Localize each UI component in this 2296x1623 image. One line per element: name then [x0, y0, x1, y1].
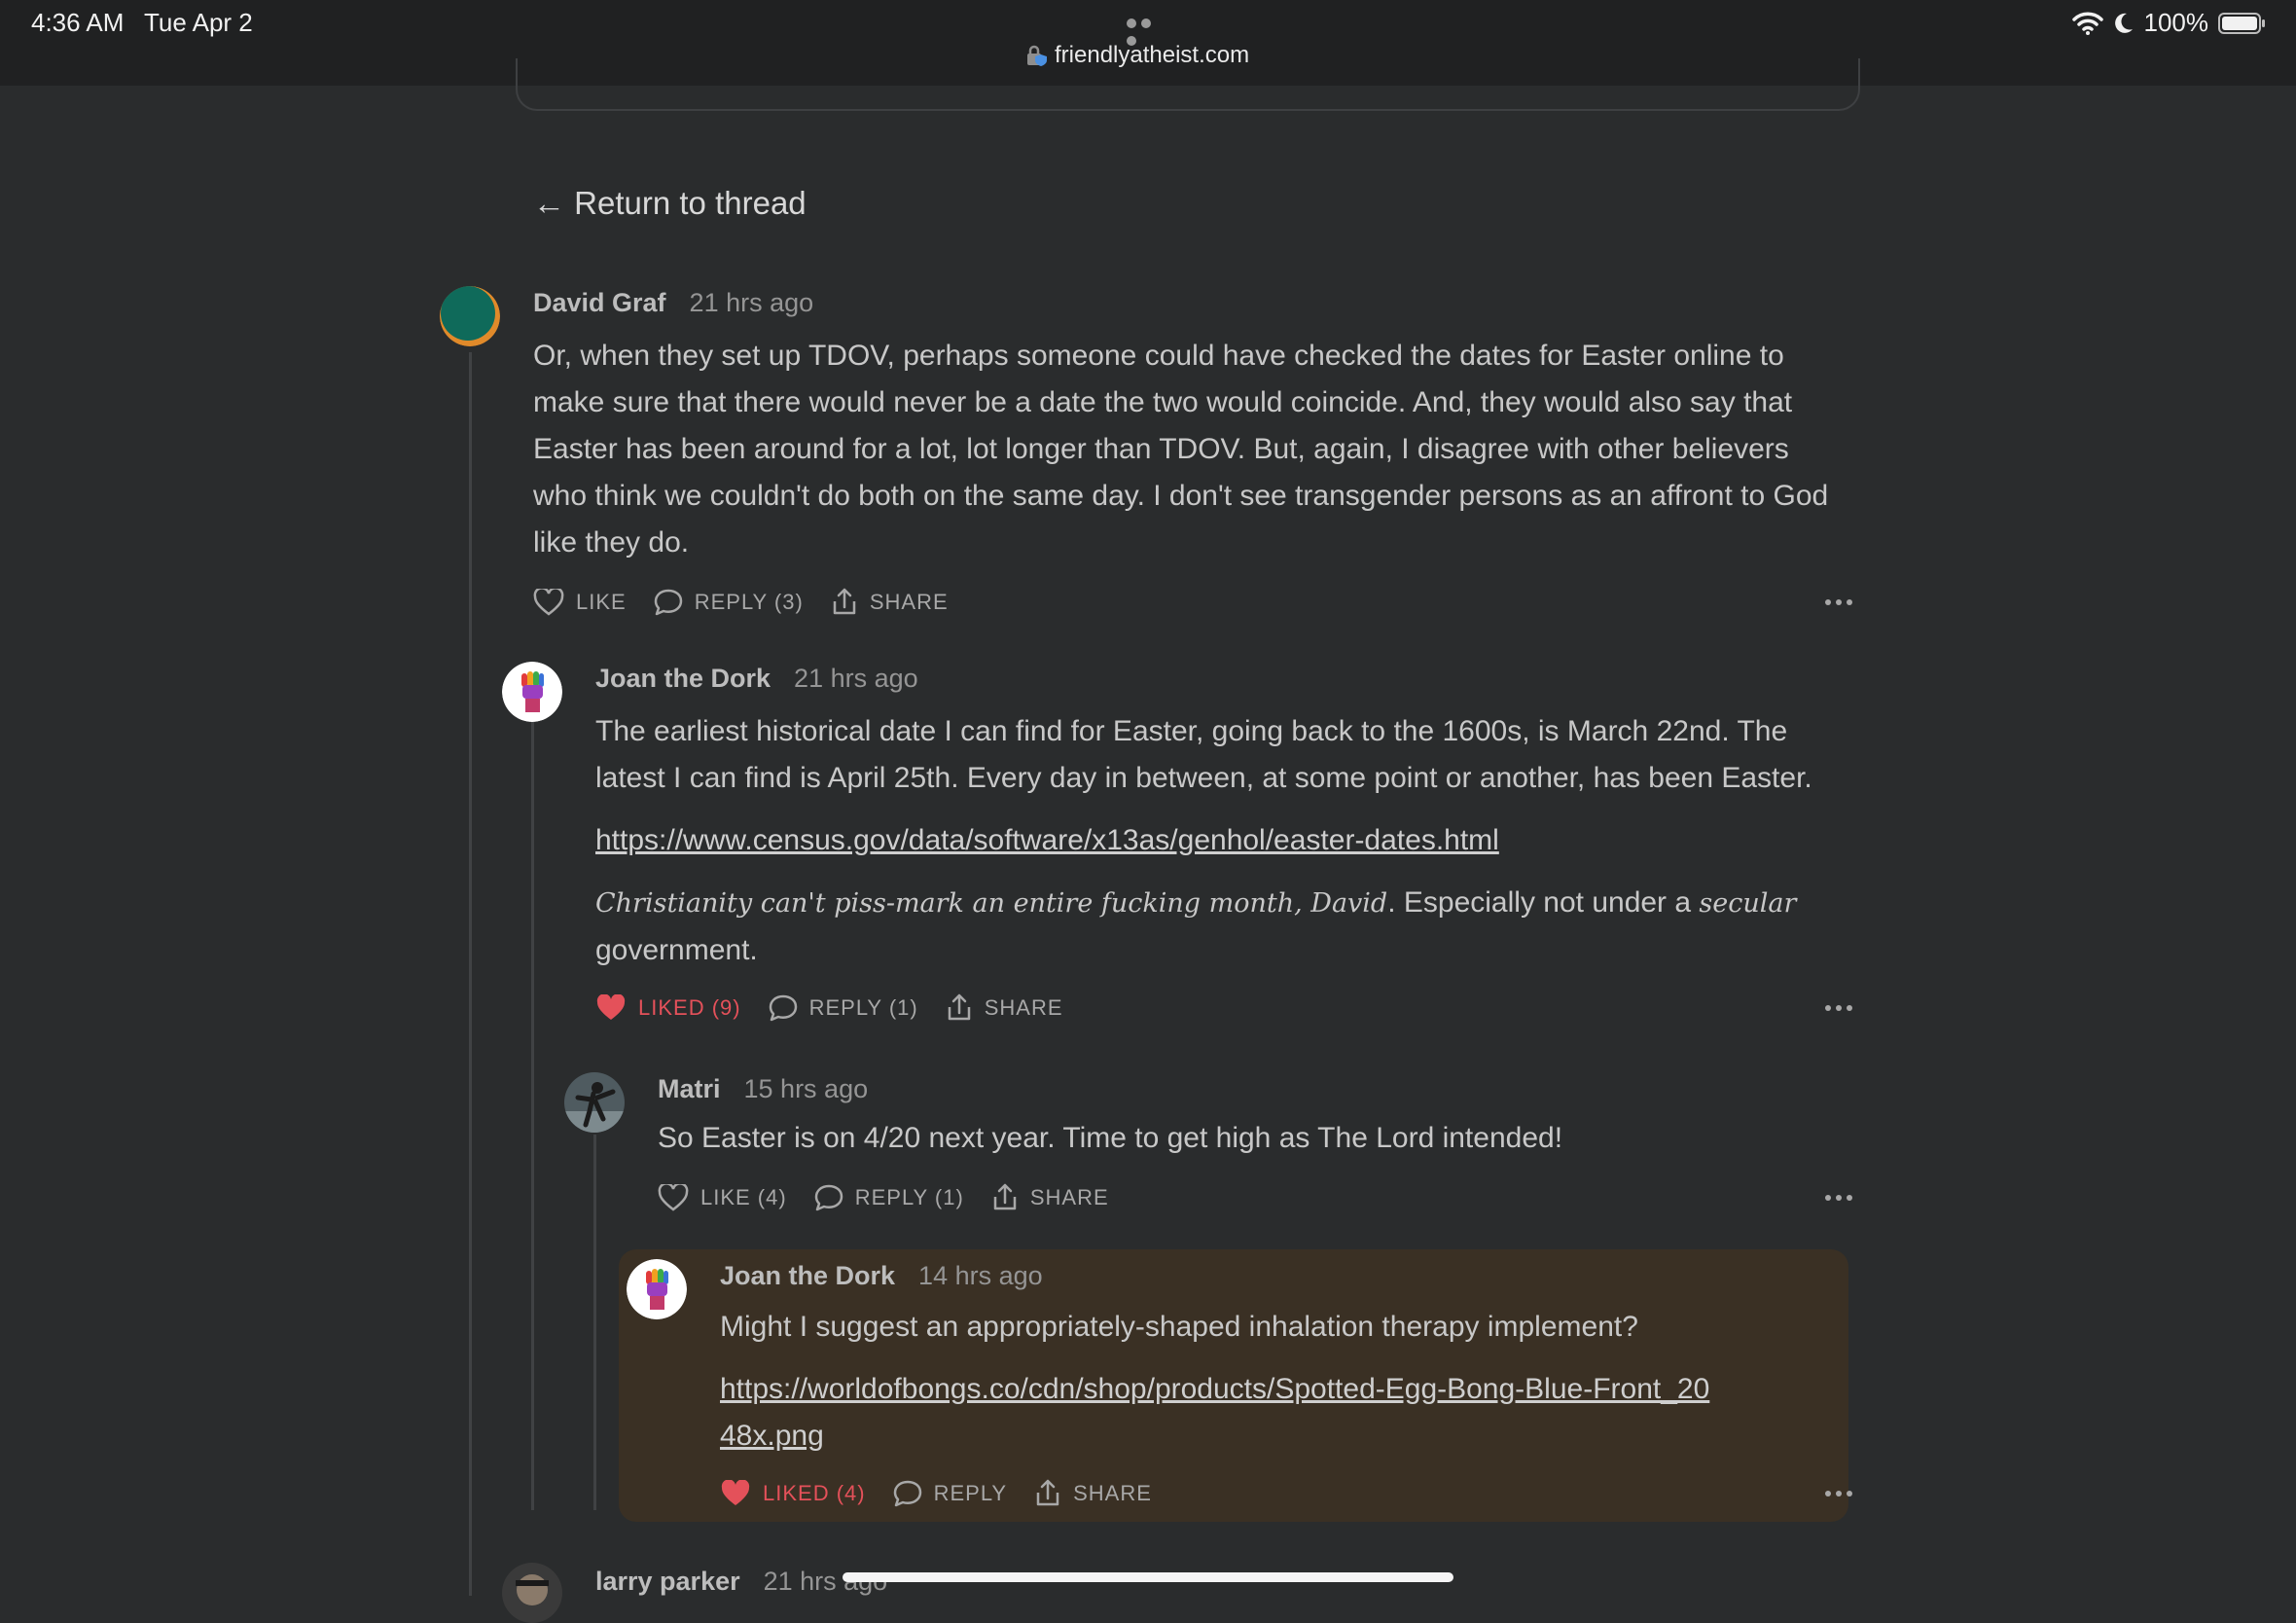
battery-percent: 100% — [2143, 8, 2209, 37]
comment-actions: LIKED (9) REPLY (1) SHARE — [595, 993, 1063, 1023]
thread-line — [469, 352, 472, 1596]
comment-link[interactable]: https://www.census.gov/data/software/x13… — [595, 824, 1499, 856]
return-to-thread-link[interactable]: ← Return to thread — [533, 185, 807, 222]
comment-actions: LIKE (4) REPLY (1) SHARE — [658, 1183, 1109, 1212]
share-button[interactable]: SHARE — [991, 1183, 1109, 1212]
share-button[interactable]: SHARE — [831, 588, 949, 617]
heart-filled-icon — [596, 994, 626, 1020]
like-label: LIKED (4) — [763, 1481, 866, 1505]
share-label: SHARE — [984, 995, 1063, 1020]
share-icon — [948, 993, 970, 1021]
share-label: SHARE — [1029, 1185, 1109, 1209]
comment-meta: Joan the Dork 21 hrs ago — [595, 664, 918, 694]
reply-button[interactable]: REPLY (3) — [654, 589, 804, 616]
comment-meta: David Graf 21 hrs ago — [533, 288, 813, 318]
home-indicator[interactable] — [843, 1572, 1453, 1582]
comment-bubble-icon — [814, 1184, 843, 1211]
comment-text: Or, when they set up TDOV, perhaps someo… — [533, 340, 1829, 559]
thread-line — [531, 722, 534, 1510]
reply-label: REPLY (1) — [808, 995, 918, 1020]
moon-icon — [2114, 13, 2133, 33]
share-icon — [1036, 1479, 1059, 1506]
share-button[interactable]: SHARE — [946, 993, 1063, 1023]
comment-author[interactable]: David Graf — [533, 288, 666, 318]
share-icon — [993, 1183, 1017, 1210]
reply-button[interactable]: REPLY (1) — [814, 1184, 964, 1211]
multitasking-dots-icon[interactable] — [1127, 16, 1169, 46]
liked-button[interactable]: LIKED (4) — [720, 1480, 866, 1507]
reply-label: REPLY — [933, 1481, 1008, 1505]
status-time: 4:36 AM — [31, 8, 125, 37]
comment-text: So Easter is on 4/20 next year. Time to … — [658, 1122, 1563, 1154]
reply-button[interactable]: REPLY — [893, 1480, 1008, 1507]
comment-time[interactable]: 21 hrs ago — [794, 664, 918, 694]
comment-time[interactable]: 21 hrs ago — [690, 288, 814, 318]
wifi-icon — [2071, 12, 2103, 35]
comment-time[interactable]: 14 hrs ago — [918, 1261, 1043, 1291]
comment-meta: larry parker 21 hrs ago — [595, 1567, 887, 1597]
battery-icon — [2218, 12, 2265, 34]
comment-bubble-icon — [893, 1480, 921, 1507]
avatar[interactable] — [440, 286, 500, 346]
heart-outline-icon — [533, 589, 564, 616]
comment-bubble-icon — [654, 589, 682, 616]
avatar[interactable] — [502, 1563, 562, 1623]
more-options-icon[interactable] — [1825, 599, 1852, 605]
comment-author[interactable]: larry parker — [595, 1567, 740, 1597]
return-to-thread-label: ← Return to thread — [533, 185, 807, 221]
like-label: LIKED (9) — [638, 995, 741, 1020]
italic-word: secular — [1699, 888, 1797, 919]
comment-link[interactable]: https://worldofbongs.co/cdn/shop/product… — [720, 1373, 1709, 1452]
reply-label: REPLY (3) — [694, 590, 804, 614]
comment-body: Might I suggest an appropriately-shaped … — [720, 1304, 1722, 1475]
comment-text: The earliest historical date I can find … — [595, 715, 1812, 794]
comment-meta: Matri 15 hrs ago — [658, 1074, 868, 1104]
comment-author[interactable]: Matri — [658, 1074, 721, 1104]
comment-actions: LIKED (4) REPLY SHARE — [720, 1479, 1152, 1508]
comment-body: Or, when they set up TDOV, perhaps someo… — [533, 333, 1848, 582]
comment-text-emphasis: Christianity can't piss-mark an entire f… — [595, 880, 1852, 974]
reply-label: REPLY (1) — [854, 1185, 964, 1209]
avatar[interactable] — [564, 1072, 625, 1133]
avatar[interactable] — [502, 662, 562, 722]
comment-bubble-icon — [769, 994, 797, 1022]
italic-text: Christianity can't piss-mark an entire f… — [595, 888, 1388, 919]
comment-author[interactable]: Joan the Dork — [720, 1261, 895, 1291]
comment-actions: LIKE REPLY (3) SHARE — [533, 588, 949, 617]
share-label: SHARE — [869, 590, 949, 614]
comment-body: The earliest historical date I can find … — [595, 708, 1852, 990]
like-label: LIKE (4) — [700, 1185, 787, 1209]
share-icon — [833, 588, 856, 615]
tail-text: government. — [595, 934, 758, 966]
like-label: LIKE — [576, 590, 627, 614]
heart-filled-icon — [721, 1480, 750, 1505]
comment-text: Might I suggest an appropriately-shaped … — [720, 1311, 1638, 1343]
thread-line — [593, 1135, 596, 1510]
share-label: SHARE — [1073, 1481, 1152, 1505]
like-button[interactable]: LIKE (4) — [658, 1184, 787, 1211]
more-options-icon[interactable] — [1825, 1491, 1852, 1497]
share-button[interactable]: SHARE — [1034, 1479, 1152, 1508]
liked-button[interactable]: LIKED (9) — [595, 994, 741, 1022]
comment-meta: Joan the Dork 14 hrs ago — [720, 1261, 1043, 1291]
comment-time[interactable]: 15 hrs ago — [744, 1074, 869, 1104]
more-options-icon[interactable] — [1825, 1195, 1852, 1201]
status-date: Tue Apr 2 — [144, 8, 253, 37]
comment-body: So Easter is on 4/20 next year. Time to … — [658, 1115, 1845, 1177]
avatar[interactable] — [627, 1259, 687, 1319]
status-indicators: 100% — [2071, 8, 2268, 38]
heart-outline-icon — [658, 1184, 689, 1211]
previous-card-edge — [516, 58, 1860, 111]
more-options-icon[interactable] — [1825, 1005, 1852, 1011]
like-button[interactable]: LIKE — [533, 589, 627, 616]
reply-button[interactable]: REPLY (1) — [769, 994, 918, 1022]
normal-text: . Especially not under a — [1387, 886, 1700, 919]
comment-author[interactable]: Joan the Dork — [595, 664, 771, 694]
